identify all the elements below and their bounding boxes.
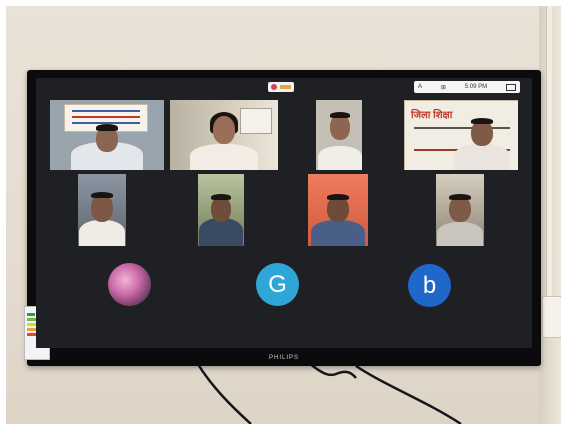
- participant-video: [436, 174, 484, 246]
- avatar-initial: G: [268, 270, 287, 298]
- participant-tile[interactable]: [198, 174, 244, 246]
- grid-indicator-icon: ⊞: [440, 84, 446, 91]
- participant-tile[interactable]: [78, 174, 126, 246]
- top-bar: A ⊞ 5:09 PM: [36, 78, 532, 96]
- participant-video: [404, 100, 518, 170]
- participant-avatar-g[interactable]: G: [256, 263, 299, 306]
- flower-photo-icon[interactable]: [108, 263, 151, 306]
- avatar-initial: b: [422, 271, 437, 299]
- participant-video: [170, 100, 278, 170]
- participant-video: [50, 100, 164, 170]
- participant-avatar-b[interactable]: b: [408, 264, 451, 307]
- system-status-bar: A ⊞ 5:09 PM: [414, 81, 520, 93]
- participant-tile[interactable]: जिला शिक्षा: [404, 100, 518, 170]
- tv-brand-logo: PHILIPS: [268, 355, 299, 361]
- participant-tile[interactable]: [308, 174, 368, 246]
- participant-video: [308, 174, 368, 246]
- video-call-screen: A ⊞ 5:09 PM जिला शिक्षा G b: [36, 78, 532, 348]
- battery-icon: [505, 83, 516, 91]
- participant-tile[interactable]: [170, 100, 278, 170]
- keyboard-indicator: A: [418, 84, 423, 90]
- participant-video: [198, 174, 244, 246]
- host-indicator-icon[interactable]: [268, 82, 294, 92]
- participant-video: [78, 174, 126, 246]
- participant-tile[interactable]: [436, 174, 484, 246]
- participant-tile[interactable]: [284, 100, 396, 170]
- participant-tile[interactable]: [50, 100, 164, 170]
- participant-video: [284, 100, 396, 170]
- clock-time: 5:09 PM: [464, 84, 488, 90]
